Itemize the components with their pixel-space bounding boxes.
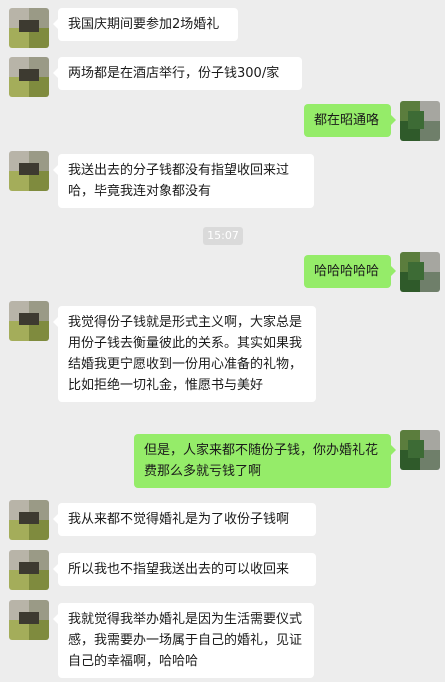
message-bubble[interactable]: 我就觉得我举办婚礼是因为生活需要仪式感，我需要办一场属于自己的婚礼，见证自己的幸… xyxy=(53,603,314,678)
avatar[interactable] xyxy=(9,151,49,191)
message-bubble[interactable]: 两场都是在酒店举行，份子钱300/家 xyxy=(53,57,302,90)
message-bubble[interactable]: 所以我也不指望我送出去的可以收回来 xyxy=(53,553,316,586)
chat-window: 我国庆期间要参加2场婚礼 两场都是在酒店举行，份子钱300/家 都在昭通咯 我送… xyxy=(0,0,445,682)
avatar[interactable] xyxy=(9,57,49,97)
message-bubble[interactable]: 我觉得份子钱就是形式主义啊，大家总是用份子钱去衡量彼此的关系。其实如果我结婚我更… xyxy=(53,306,316,402)
message-bubble[interactable]: 哈哈哈哈哈 xyxy=(304,255,396,288)
avatar[interactable] xyxy=(400,101,440,141)
message-bubble[interactable]: 都在昭通咯 xyxy=(304,104,396,137)
avatar[interactable] xyxy=(9,550,49,590)
message-bubble[interactable]: 但是，人家来都不随份子钱，你办婚礼花费那么多就亏钱了啊 xyxy=(134,434,396,488)
timestamp: 15:07 xyxy=(203,227,243,245)
avatar[interactable] xyxy=(9,500,49,540)
avatar[interactable] xyxy=(9,301,49,341)
avatar[interactable] xyxy=(400,430,440,470)
message-bubble[interactable]: 我国庆期间要参加2场婚礼 xyxy=(53,8,238,41)
avatar[interactable] xyxy=(400,252,440,292)
avatar[interactable] xyxy=(9,8,49,48)
message-bubble[interactable]: 我从来都不觉得婚礼是为了收份子钱啊 xyxy=(53,503,316,536)
message-bubble[interactable]: 我送出去的分子钱都没有指望收回来过哈，毕竟我连对象都没有 xyxy=(53,154,314,208)
avatar[interactable] xyxy=(9,600,49,640)
